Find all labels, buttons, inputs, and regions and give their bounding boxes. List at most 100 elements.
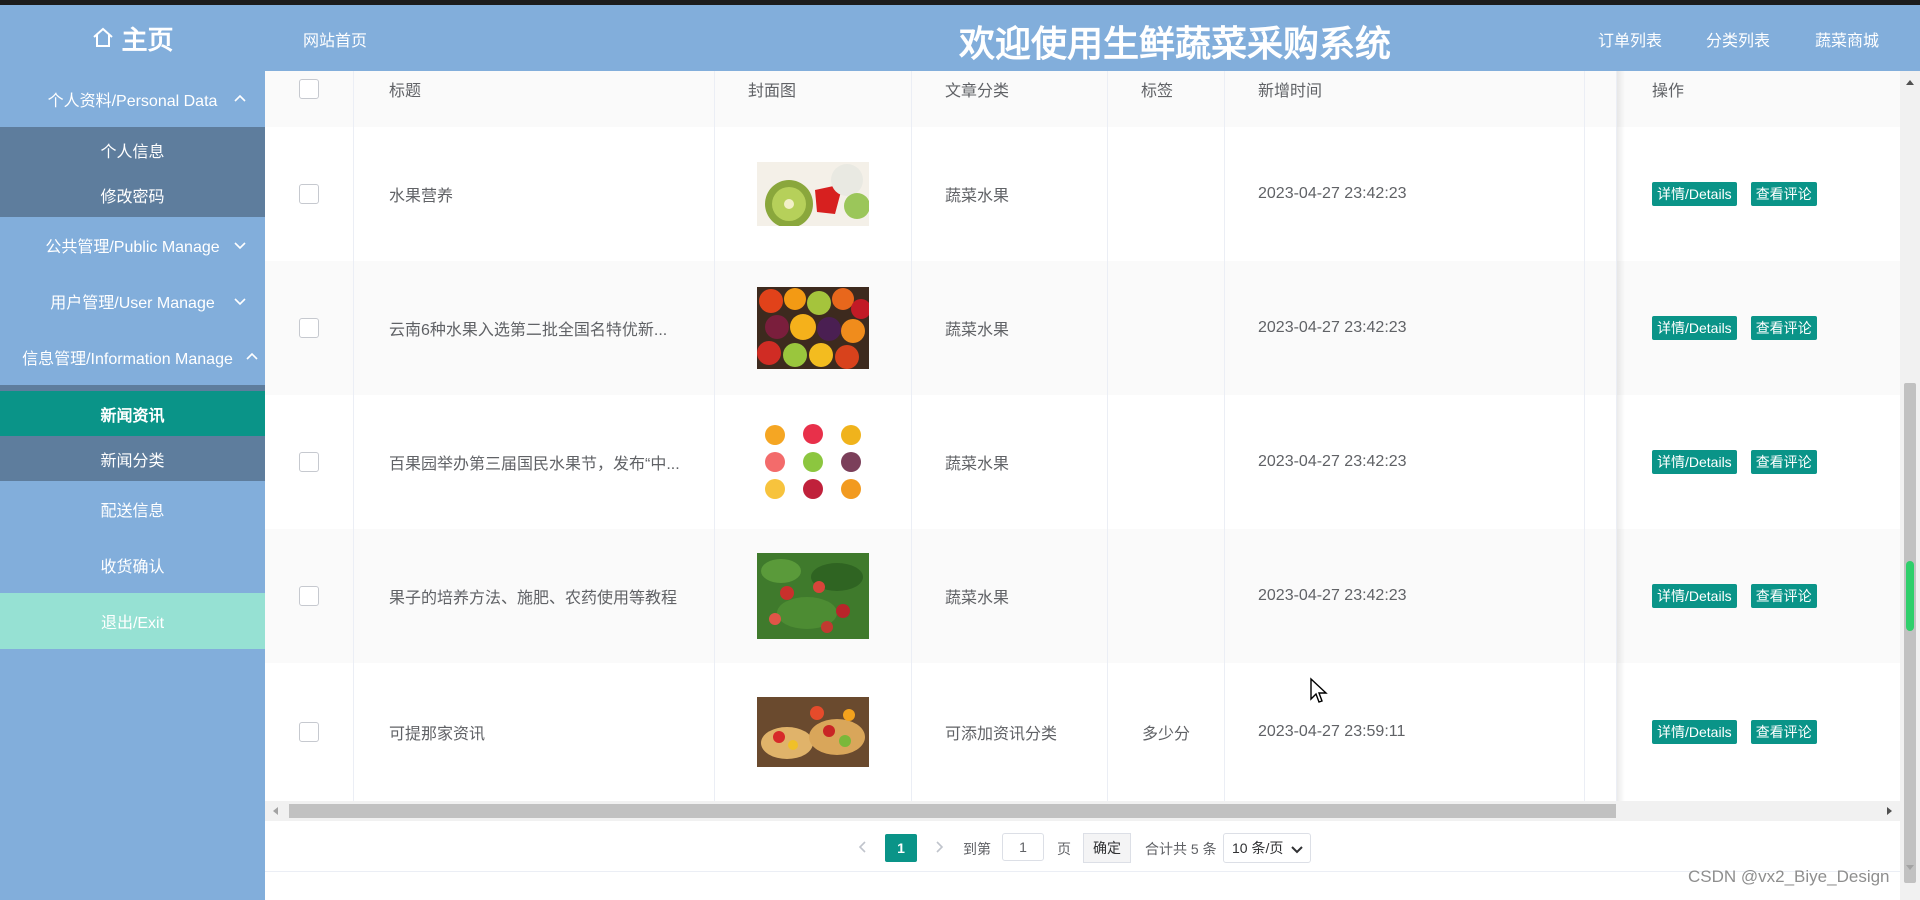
- pagination: 1 到第 页 确定 合计共 5 条 10 条/页: [265, 821, 1900, 872]
- chevron-up-icon: [246, 352, 258, 360]
- view-comments-button[interactable]: 查看评论: [1750, 316, 1817, 340]
- submenu-information: 新闻资讯 新闻分类: [0, 385, 265, 481]
- news-table: 标题 封面图 文章分类 标签 新增时间 操作 水果营养 蔬菜水果 2023-04…: [265, 71, 1900, 801]
- exit-button[interactable]: 退出/Exit: [0, 593, 265, 649]
- col-header-actions: 操作: [1652, 83, 1685, 100]
- fixed-column-shadow: [1617, 71, 1625, 801]
- page-number-current[interactable]: 1: [885, 834, 917, 862]
- home-label: 主页: [121, 24, 174, 55]
- row-title: 果子的培养方法、施肥、农药使用等教程: [389, 590, 678, 607]
- sidebar-item-personal-info[interactable]: 个人信息: [0, 127, 265, 172]
- page-size-value: 10 条/页: [1232, 840, 1284, 856]
- table-row: 果子的培养方法、施肥、农药使用等教程 蔬菜水果 2023-04-27 23:42…: [265, 529, 1900, 664]
- top-header: 主页 网站首页 欢迎使用生鲜蔬菜采购系统 订单列表 分类列表 蔬菜商城: [0, 5, 1920, 71]
- view-comments-button[interactable]: 查看评论: [1750, 720, 1817, 744]
- scroll-right-icon[interactable]: [1882, 804, 1896, 818]
- page-title: 欢迎使用生鲜蔬菜采购系统: [958, 23, 1391, 64]
- chevron-down-icon: [1291, 846, 1303, 854]
- row-tag: 多少分: [1141, 726, 1190, 743]
- cover-image-orchard[interactable]: [757, 553, 869, 639]
- row-time: 2023-04-27 23:42:23: [1258, 587, 1407, 604]
- row-time: 2023-04-27 23:59:11: [1258, 723, 1406, 740]
- row-checkbox[interactable]: [299, 184, 319, 204]
- goto-confirm-button[interactable]: 确定: [1083, 833, 1131, 863]
- table-row: 水果营养 蔬菜水果 2023-04-27 23:42:23 详情/Details…: [265, 127, 1900, 262]
- row-time: 2023-04-27 23:42:23: [1258, 185, 1407, 202]
- row-title: 云南6种水果入选第二批全国名特优新...: [389, 322, 668, 339]
- details-button[interactable]: 详情/Details: [1652, 316, 1737, 340]
- row-category: 蔬菜水果: [945, 188, 1010, 205]
- sidebar: 个人资料/Personal Data 个人信息 修改密码 公共管理/Public…: [0, 71, 265, 900]
- col-header-category[interactable]: 文章分类: [945, 77, 1009, 101]
- row-checkbox[interactable]: [299, 452, 319, 472]
- horizontal-scroll-thumb[interactable]: [289, 804, 1616, 818]
- goto-page-input[interactable]: [1002, 833, 1044, 861]
- view-comments-button[interactable]: 查看评论: [1750, 450, 1817, 474]
- chevron-down-icon: [234, 298, 246, 306]
- table-row: 百果园举办第三届国民水果节，发布“中... 蔬菜水果 2023-04-27 23…: [265, 395, 1900, 530]
- col-header-time[interactable]: 新增时间: [1258, 77, 1322, 101]
- details-button[interactable]: 详情/Details: [1652, 720, 1737, 744]
- scroll-indicator: [1906, 561, 1914, 631]
- details-button[interactable]: 详情/Details: [1652, 182, 1737, 206]
- prev-page-icon[interactable]: [855, 839, 871, 855]
- row-checkbox[interactable]: [299, 318, 319, 338]
- details-button[interactable]: 详情/Details: [1652, 450, 1737, 474]
- nav-order-list[interactable]: 订单列表: [1598, 27, 1662, 51]
- home-icon: [93, 27, 114, 47]
- page-size-select[interactable]: 10 条/页: [1223, 833, 1311, 863]
- row-time: 2023-04-27 23:42:23: [1258, 453, 1407, 470]
- row-title: 水果营养: [389, 188, 454, 205]
- row-checkbox[interactable]: [299, 586, 319, 606]
- main-content: 标题 封面图 文章分类 标签 新增时间 操作 水果营养 蔬菜水果 2023-04…: [265, 71, 1900, 900]
- select-all-checkbox[interactable]: [299, 79, 319, 99]
- cover-image-fruit-grid[interactable]: [757, 421, 869, 503]
- row-category: 可添加资讯分类: [945, 726, 1058, 743]
- col-header-title[interactable]: 标题: [389, 77, 421, 101]
- chevron-down-icon: [234, 242, 246, 250]
- table-row: 可提那家资讯 可添加资讯分类 多少分 2023-04-27 23:59:11 详…: [265, 663, 1900, 801]
- sidebar-item-change-password[interactable]: 修改密码: [0, 172, 265, 217]
- vertical-scroll-thumb[interactable]: [1904, 383, 1916, 883]
- scroll-up-icon[interactable]: [1904, 77, 1916, 89]
- col-header-cover: 封面图: [748, 83, 797, 100]
- total-count: 合计共 5 条: [1145, 841, 1217, 857]
- next-page-icon[interactable]: [931, 839, 947, 855]
- horizontal-scrollbar[interactable]: [265, 801, 1900, 821]
- cover-image-mixed-fruit[interactable]: [757, 287, 869, 369]
- table-row: 云南6种水果入选第二批全国名特优新... 蔬菜水果 2023-04-27 23:…: [265, 261, 1900, 396]
- home-link[interactable]: 主页: [0, 5, 265, 71]
- menu-personal-data[interactable]: 个人资料/Personal Data: [0, 71, 265, 127]
- nav-vegetable-mall[interactable]: 蔬菜商城: [1815, 27, 1879, 51]
- watermark: CSDN @vx2_Biye_Design: [1688, 867, 1890, 886]
- sidebar-item-delivery[interactable]: 配送信息: [0, 481, 265, 537]
- row-category: 蔬菜水果: [945, 456, 1010, 473]
- goto-label: 到第: [963, 841, 991, 857]
- sidebar-item-news-category[interactable]: 新闻分类: [0, 436, 265, 481]
- scroll-down-icon[interactable]: [1904, 861, 1916, 873]
- menu-information-manage[interactable]: 信息管理/Information Manage: [0, 329, 265, 385]
- cover-image-kiwi[interactable]: [757, 162, 869, 226]
- sidebar-item-receipt[interactable]: 收货确认: [0, 537, 265, 593]
- row-checkbox[interactable]: [299, 722, 319, 742]
- menu-public-manage-label: 公共管理/Public Manage: [45, 239, 220, 256]
- vertical-scrollbar[interactable]: [1900, 71, 1920, 900]
- submenu-personal: 个人信息 修改密码: [0, 127, 265, 217]
- row-time: 2023-04-27 23:42:23: [1258, 319, 1407, 336]
- menu-personal-data-label: 个人资料/Personal Data: [47, 93, 218, 110]
- view-comments-button[interactable]: 查看评论: [1750, 584, 1817, 608]
- row-category: 蔬菜水果: [945, 590, 1010, 607]
- sidebar-item-news[interactable]: 新闻资讯: [0, 391, 265, 436]
- view-comments-button[interactable]: 查看评论: [1750, 182, 1817, 206]
- scroll-left-icon[interactable]: [269, 804, 283, 818]
- table-header-row: 标题 封面图 文章分类 标签 新增时间 操作: [265, 71, 1900, 128]
- nav-category-list[interactable]: 分类列表: [1706, 27, 1770, 51]
- cover-image-fruit-toast[interactable]: [757, 697, 869, 767]
- page-unit-label: 页: [1057, 841, 1071, 857]
- menu-public-manage[interactable]: 公共管理/Public Manage: [0, 217, 265, 273]
- menu-user-manage[interactable]: 用户管理/User Manage: [0, 273, 265, 329]
- menu-information-manage-label: 信息管理/Information Manage: [22, 351, 233, 368]
- site-home-link[interactable]: 网站首页: [303, 27, 367, 51]
- details-button[interactable]: 详情/Details: [1652, 584, 1737, 608]
- mouse-cursor-icon: [1310, 677, 1328, 703]
